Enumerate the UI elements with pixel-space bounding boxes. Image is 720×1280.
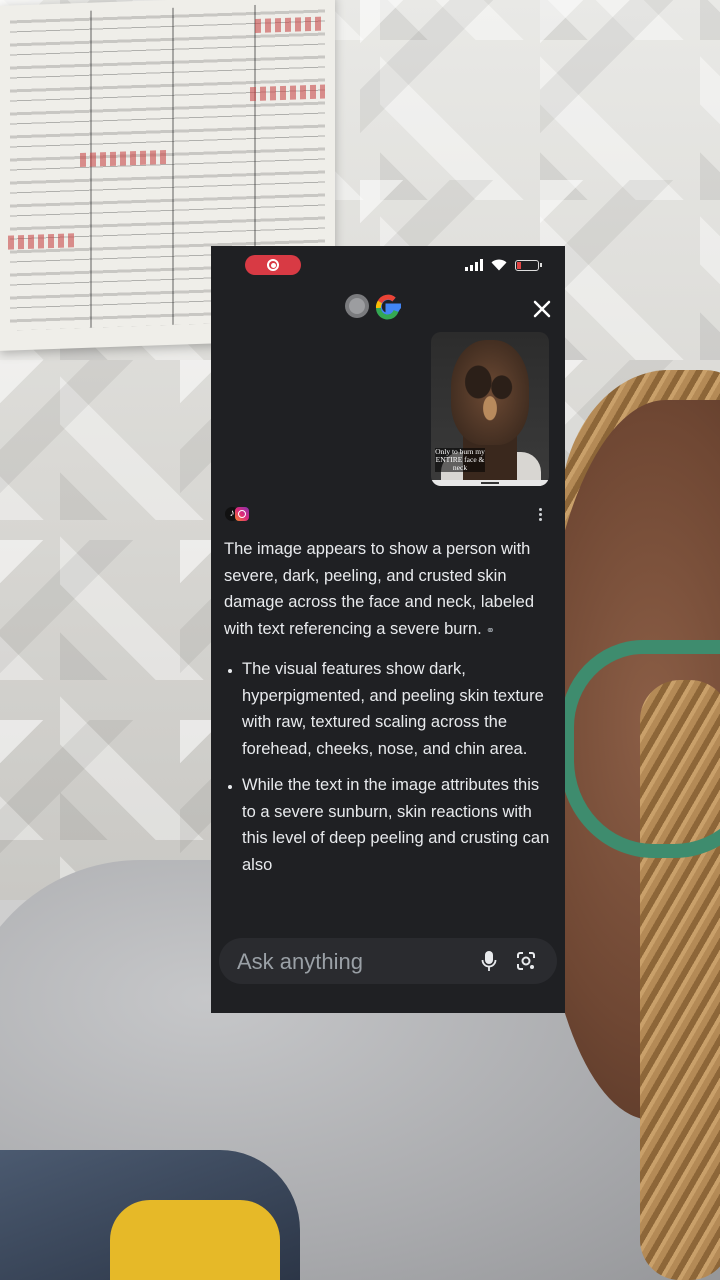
mic-icon[interactable]	[481, 950, 497, 972]
calendar-red-mark	[250, 84, 325, 102]
ask-input[interactable]	[235, 947, 459, 977]
query-image-thumbnail[interactable]: Only to burn my ENTIRE face & neck	[431, 332, 549, 486]
source-icons[interactable]: ♪	[225, 506, 251, 522]
answer-bullets: The visual features show dark, hyperpigm…	[224, 656, 550, 878]
phone-screenshot: Only to burn my ENTIRE face & neck ♪ The…	[211, 246, 565, 1013]
signal-icon	[465, 259, 483, 271]
google-logo	[345, 294, 401, 320]
system-icons	[465, 259, 542, 271]
thumb-face	[451, 340, 529, 445]
thumb-bottom-bar	[431, 480, 549, 486]
ask-bar	[219, 938, 557, 984]
answer-bullet: While the text in the image attributes t…	[242, 772, 550, 878]
answer-bullet: The visual features show dark, hyperpigm…	[242, 656, 550, 762]
answer-intro: The image appears to show a person with …	[224, 536, 550, 644]
thumbnail-caption: Only to burn my ENTIRE face & neck	[435, 447, 485, 472]
calendar-red-mark	[255, 16, 325, 33]
answer-intro-text: The image appears to show a person with …	[224, 540, 535, 638]
ai-answer: The image appears to show a person with …	[224, 536, 550, 888]
calendar-red-mark	[8, 233, 78, 250]
scroll-fade	[211, 886, 565, 936]
close-icon[interactable]	[529, 296, 555, 322]
screen-record-icon	[267, 259, 279, 271]
instagram-icon	[235, 507, 249, 521]
green-glasses	[560, 640, 720, 858]
battery-icon	[515, 259, 542, 271]
wifi-icon	[491, 259, 507, 271]
yellow-garment	[110, 1200, 280, 1280]
status-bar	[211, 246, 565, 286]
source-row: ♪	[225, 506, 555, 522]
screen-record-indicator[interactable]	[245, 255, 301, 275]
link-icon[interactable]: ⚭	[486, 625, 495, 637]
more-vert-icon[interactable]	[535, 506, 545, 522]
google-lens-icon[interactable]	[515, 950, 537, 972]
